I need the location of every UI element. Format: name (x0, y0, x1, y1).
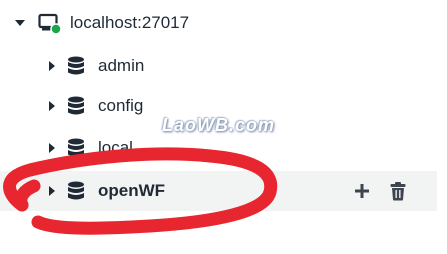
database-icon (67, 56, 85, 76)
database-label: config (98, 96, 144, 115)
caret-right-icon[interactable] (46, 142, 58, 154)
database-icon (67, 181, 85, 201)
database-row-admin[interactable]: admin (0, 46, 437, 86)
connection-host-label: localhost:27017 (70, 13, 190, 32)
caret-right-icon[interactable] (46, 60, 58, 72)
caret-right-icon[interactable] (46, 100, 58, 112)
database-label: admin (98, 56, 145, 75)
database-label: openWF (98, 181, 166, 200)
trash-icon[interactable] (389, 181, 407, 201)
database-row-openwf[interactable]: openWF (0, 171, 437, 211)
database-tree: localhost:27017 admin config local openW… (0, 0, 447, 254)
watermark-text: LaoWB.com (162, 115, 276, 135)
caret-right-icon[interactable] (46, 185, 58, 197)
caret-down-icon[interactable] (14, 17, 26, 29)
database-label: local (98, 138, 133, 157)
database-icon (67, 138, 85, 158)
connection-row[interactable]: localhost:27017 (0, 3, 437, 43)
server-icon (38, 13, 62, 35)
database-icon (67, 96, 85, 116)
plus-icon[interactable] (353, 182, 371, 200)
